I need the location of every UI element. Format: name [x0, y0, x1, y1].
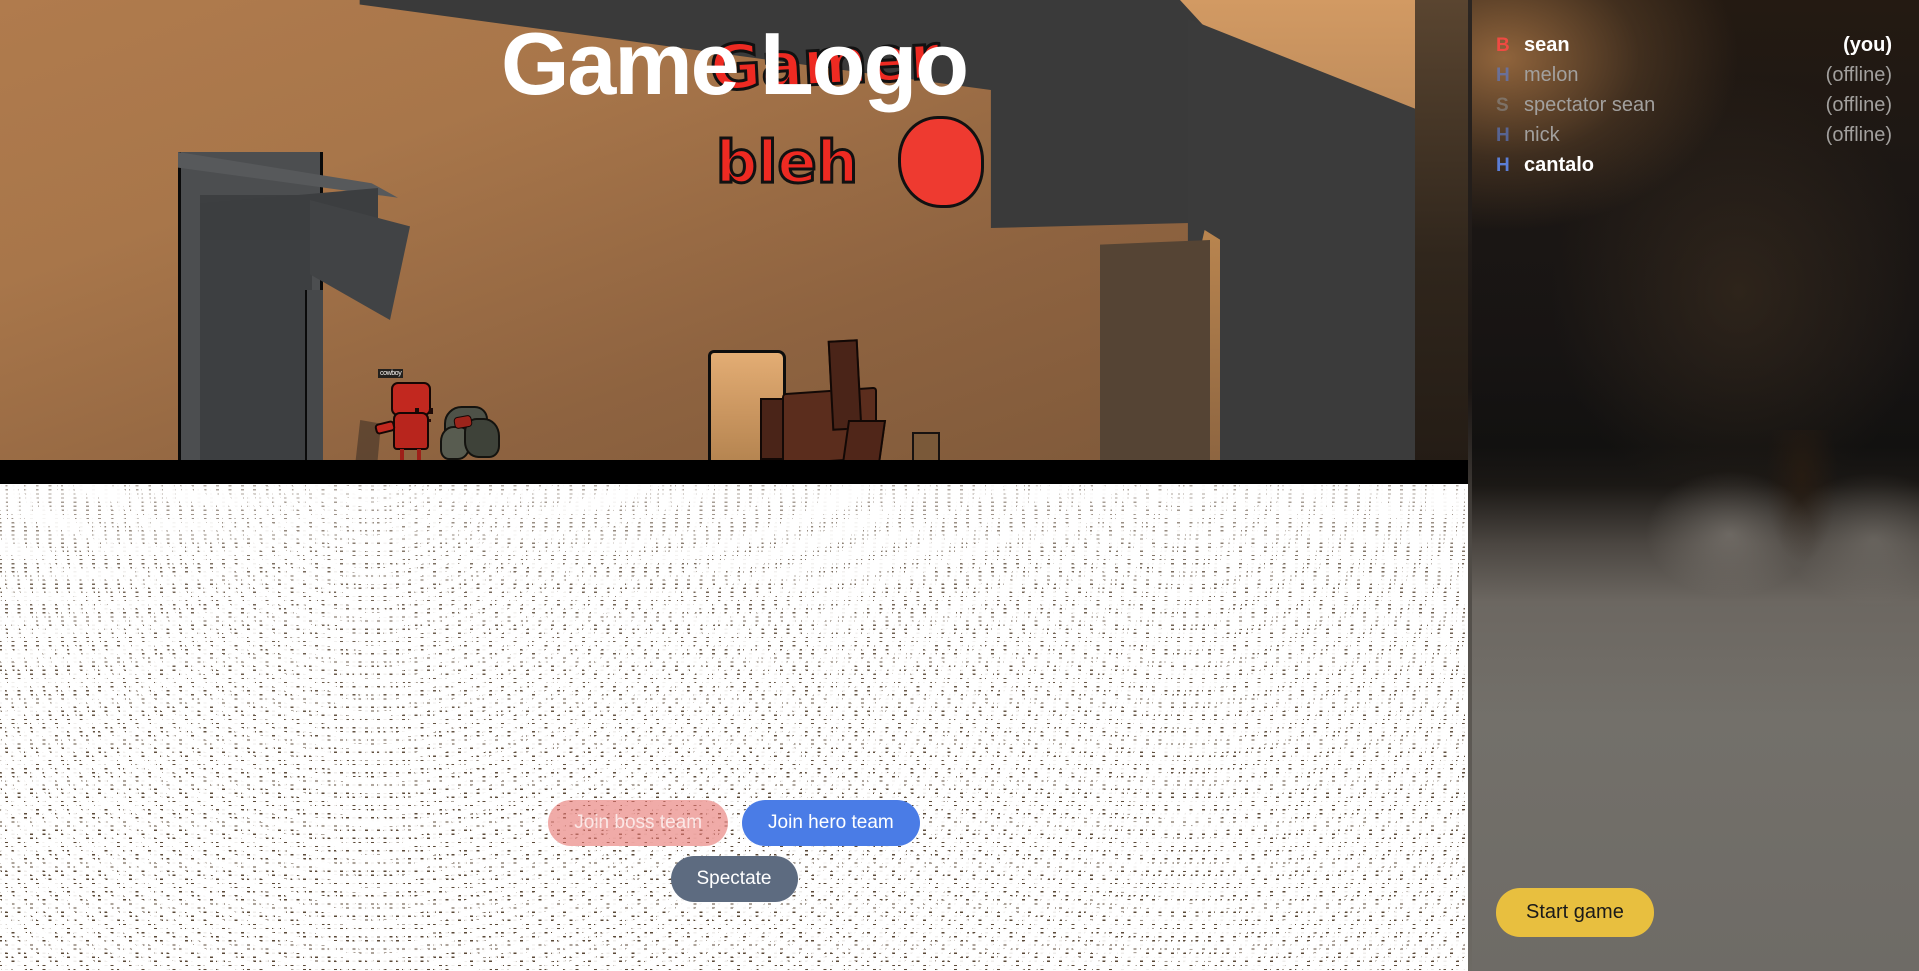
small-crate-prop — [912, 432, 940, 462]
player-role-tag: S — [1496, 95, 1509, 116]
player-list: Bsean (you) Hmelon (offline) Sspectator sean… — [1496, 30, 1892, 180]
player-role-tag: B — [1496, 35, 1510, 56]
player-row[interactable]: Hcantalo — [1496, 150, 1892, 180]
team-buttons-row-secondary: Spectate — [0, 856, 1468, 902]
player-role-tag: H — [1496, 155, 1510, 176]
game-lobby-screen: cowboy Gamer bleh Game Logo Join boss te… — [0, 0, 1919, 971]
character-nametag: cowboy — [378, 369, 404, 378]
far-right-dark-sliver — [1415, 0, 1468, 466]
team-selection-buttons: Join boss team Join hero team Spectate — [0, 800, 1468, 902]
character-eye-right — [429, 408, 433, 414]
player-role-tag: H — [1496, 125, 1510, 146]
character-head — [391, 382, 433, 422]
player-role-tag: H — [1496, 65, 1510, 86]
player-status: (offline) — [1825, 94, 1892, 116]
game-scene-render: cowboy — [0, 0, 1468, 466]
spectate-button[interactable]: Spectate — [670, 856, 798, 902]
right-brown-panel — [1100, 240, 1210, 466]
player-name: spectator sean — [1524, 94, 1656, 116]
sidebar-backdrop-highlight — [1468, 430, 1919, 690]
chair-leg — [841, 420, 887, 464]
player-row[interactable]: Sspectator sean (offline) — [1496, 90, 1892, 120]
sidebar-left-edge-divider — [1468, 0, 1472, 971]
game-viewport: cowboy Gamer bleh Game Logo Join boss te… — [0, 0, 1468, 971]
lobby-sidebar: Bsean (you) Hmelon (offline) Sspectator sean… — [1468, 0, 1919, 971]
player-character-boss: cowboy — [373, 369, 443, 466]
scene-separator-band — [0, 466, 1468, 484]
player-status: (you) — [1843, 34, 1892, 56]
player-name: melon — [1524, 64, 1579, 86]
rubble-pile-prop — [440, 398, 502, 466]
player-name: cantalo — [1524, 154, 1595, 176]
join-hero-team-button[interactable]: Join hero team — [742, 800, 920, 846]
left-doorway-overhang — [310, 200, 410, 320]
player-status: (offline) — [1825, 64, 1892, 86]
team-buttons-row-primary: Join boss team Join hero team — [0, 800, 1468, 846]
player-row[interactable]: Hmelon (offline) — [1496, 60, 1892, 90]
player-status: (offline) — [1825, 124, 1892, 146]
left-doorway-side-panel — [305, 290, 323, 466]
player-row[interactable]: Bsean (you) — [1496, 30, 1892, 60]
chair-backrest — [827, 339, 863, 431]
player-name: nick — [1524, 124, 1560, 146]
player-name: sean — [1524, 34, 1570, 56]
player-row[interactable]: Hnick (offline) — [1496, 120, 1892, 150]
join-boss-team-button[interactable]: Join boss team — [548, 800, 729, 846]
start-game-container: Start game — [1496, 888, 1654, 937]
character-body — [393, 412, 429, 450]
start-game-button[interactable]: Start game — [1496, 888, 1654, 937]
